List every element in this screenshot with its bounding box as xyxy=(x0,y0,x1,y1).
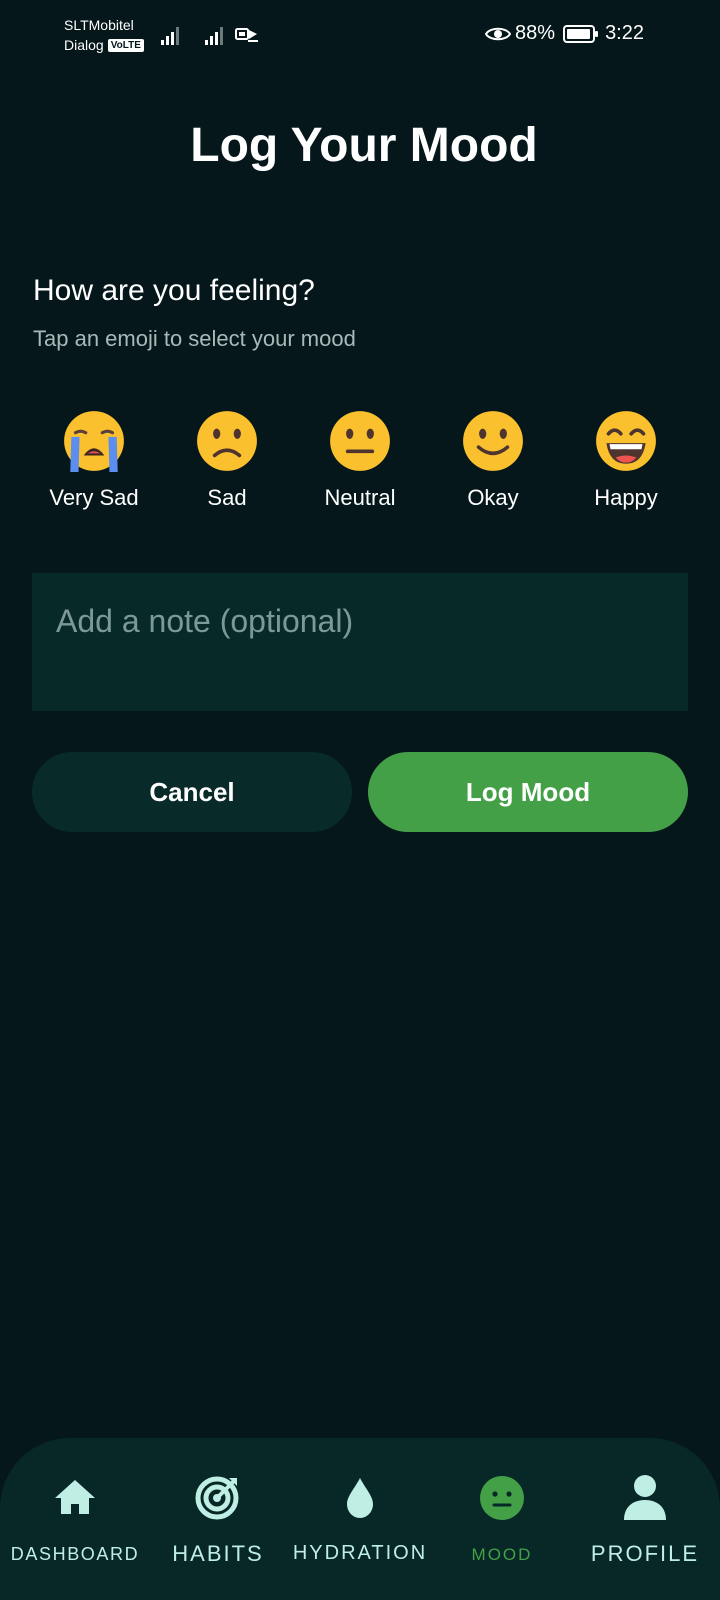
volte-badge: VoLTE xyxy=(107,38,144,52)
nav-label: DASHBOARD xyxy=(10,1544,140,1564)
carrier-1: SLTMobitel xyxy=(64,15,144,35)
mood-label: Very Sad xyxy=(49,485,139,510)
grinning-face-icon xyxy=(596,411,656,471)
nav-item-mood[interactable]: MOOD xyxy=(434,1438,570,1600)
nav-item-dashboard[interactable]: DASHBOARD xyxy=(0,1438,150,1600)
signal-icon xyxy=(205,27,227,45)
person-icon xyxy=(624,1475,666,1520)
nav-item-hydration[interactable]: HYDRATION xyxy=(286,1438,434,1600)
nav-label: HABITS xyxy=(172,1541,264,1566)
data-saver-icon xyxy=(235,28,258,42)
nav-label: PROFILE xyxy=(590,1541,700,1566)
carrier-1-name: SLTMobitel xyxy=(64,17,134,33)
mood-option-neutral[interactable]: Neutral xyxy=(294,408,426,511)
mood-label: Happy xyxy=(594,485,658,510)
status-bar: SLTMobitel Dialog VoLTE 88% 3:22 xyxy=(0,0,720,72)
prompt-title: How are you feeling? xyxy=(33,274,315,307)
mood-face-icon xyxy=(480,1476,524,1520)
neutral-face-icon xyxy=(330,411,390,471)
nav-label: MOOD xyxy=(471,1545,533,1564)
cancel-button[interactable]: Cancel xyxy=(32,752,352,832)
nav-item-profile[interactable]: PROFILE xyxy=(570,1438,720,1600)
target-icon xyxy=(195,1476,239,1520)
mood-label: Okay xyxy=(467,485,519,510)
nav-item-habits[interactable]: HABITS xyxy=(150,1438,286,1600)
log-mood-button[interactable]: Log Mood xyxy=(368,752,688,832)
battery-icon xyxy=(563,24,599,43)
carrier-2: Dialog VoLTE xyxy=(64,35,144,55)
home-icon xyxy=(55,1480,95,1514)
page-title: Log Your Mood xyxy=(190,119,538,172)
loudly-crying-face-icon xyxy=(64,411,124,472)
slightly-smiling-face-icon xyxy=(463,411,523,471)
mood-option-okay[interactable]: Okay xyxy=(427,408,559,511)
water-drop-icon xyxy=(347,1478,373,1518)
carrier-info: SLTMobitel Dialog VoLTE xyxy=(64,15,144,55)
carrier-2-name: Dialog xyxy=(64,37,104,53)
prompt-subtitle: Tap an emoji to select your mood xyxy=(33,326,356,351)
mood-option-sad[interactable]: Sad xyxy=(161,408,293,511)
mood-label: Sad xyxy=(207,485,247,510)
signal-icon xyxy=(161,27,183,45)
status-right: 88% 3:22 xyxy=(485,22,644,45)
bottom-navigation: DASHBOARD HABITS HYDRATION MOOD PROFILE xyxy=(0,1438,720,1600)
clock: 3:22 xyxy=(605,22,644,44)
eye-icon xyxy=(485,27,512,40)
note-input[interactable] xyxy=(32,573,688,711)
slightly-frowning-face-icon xyxy=(197,411,257,471)
nav-label: HYDRATION xyxy=(292,1542,428,1564)
mood-option-very-sad[interactable]: Very Sad xyxy=(28,408,160,511)
mood-option-happy[interactable]: Happy xyxy=(560,408,692,511)
mood-label: Neutral xyxy=(324,485,396,510)
battery-percent: 88% xyxy=(515,22,556,44)
mood-selector: Very Sad Sad Neutral Okay Happy xyxy=(28,408,692,511)
